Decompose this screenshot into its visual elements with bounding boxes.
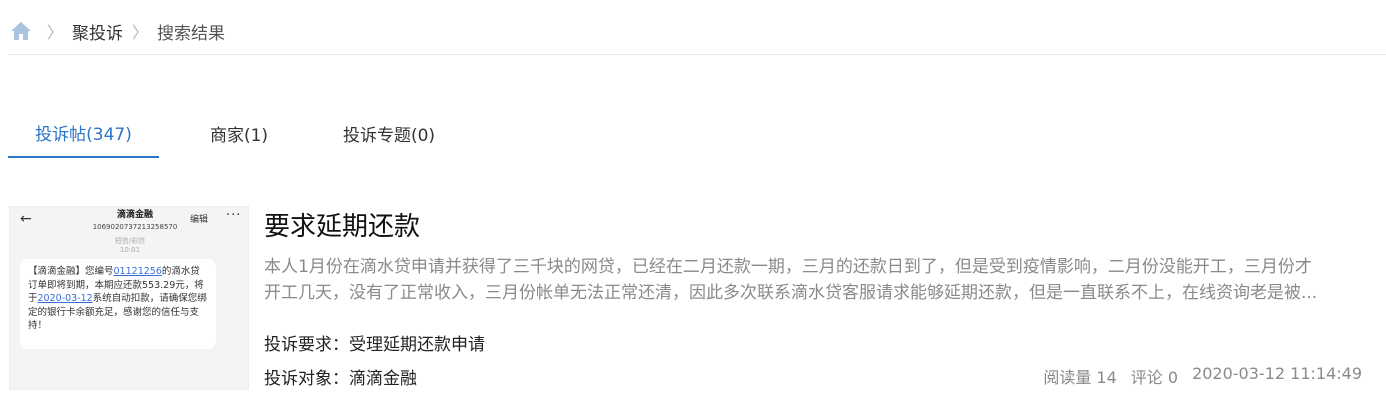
target-label: 投诉对象： <box>264 369 349 389</box>
result-tabs: 投诉帖(347) 商家(1) 投诉专题(0) <box>8 108 459 160</box>
sms-time: 短信/彩信 10:01 <box>114 237 146 254</box>
header-divider <box>8 54 1386 55</box>
summary-line: 开工几天，没有了正常收入，三月份帐单无法正常还清，因此多次联系滴水贷客服请求能够… <box>264 283 1318 303</box>
complaint-demand: 投诉要求： 受理延期还款申请 <box>264 330 485 355</box>
back-arrow-icon: ← <box>20 211 32 227</box>
sms-date-link: 2020-03-12 <box>37 293 93 304</box>
sms-order-link: 01121256 <box>113 266 162 277</box>
demand-label: 投诉要求： <box>264 335 349 355</box>
more-icon: ··· <box>226 208 242 223</box>
sms-sender-name: 滴滴金融 <box>116 210 153 220</box>
complaint-thumbnail[interactable]: ← 滴滴金融 1069020737213258570 编辑 ··· 短信/彩信 … <box>9 206 249 390</box>
home-icon[interactable] <box>10 21 32 41</box>
sms-sender: 滴滴金融 1069020737213258570 <box>80 209 190 233</box>
tab-merchants[interactable]: 商家(1) <box>159 108 319 158</box>
summary-line: 本人1月份在滴水贷申请并获得了三千块的网贷，已经在二月还款一期，三月的还款日到了… <box>264 257 1312 277</box>
read-count: 阅读量 14 <box>1043 368 1117 387</box>
breadcrumb-separator: 〉 <box>132 23 149 42</box>
breadcrumb-separator: 〉 <box>47 23 64 42</box>
sms-edit-label: 编辑 <box>190 215 209 225</box>
breadcrumb-current: 搜索结果 <box>157 23 226 44</box>
sms-sender-number: 1069020737213258570 <box>92 223 178 231</box>
comment-count: 评论 0 <box>1130 368 1179 387</box>
complaint-stats: 阅读量 14 评论 0 2020-03-12 11:14:49 <box>1043 364 1362 388</box>
sms-message-bubble: 【滴滴金融】您编号01121256的滴水贷订单即将到期，本期应还款553.29元… <box>20 259 216 349</box>
breadcrumb: 〉 聚投诉 〉 搜索结果 <box>10 18 225 44</box>
complaint-summary[interactable]: 本人1月份在滴水贷申请并获得了三千块的网贷，已经在二月还款一期，三月的还款日到了… <box>264 254 1382 306</box>
breadcrumb-link-jutousu[interactable]: 聚投诉 <box>72 19 123 44</box>
tab-topics[interactable]: 投诉专题(0) <box>319 108 459 158</box>
target-value: 滴滴金融 <box>349 369 417 389</box>
complaint-target: 投诉对象： 滴滴金融 <box>264 364 417 389</box>
demand-value: 受理延期还款申请 <box>349 335 485 355</box>
post-datetime: 2020-03-12 11:14:49 <box>1192 364 1362 383</box>
complaint-title[interactable]: 要求延期还款 <box>264 210 420 244</box>
tab-complaints[interactable]: 投诉帖(347) <box>8 108 159 158</box>
